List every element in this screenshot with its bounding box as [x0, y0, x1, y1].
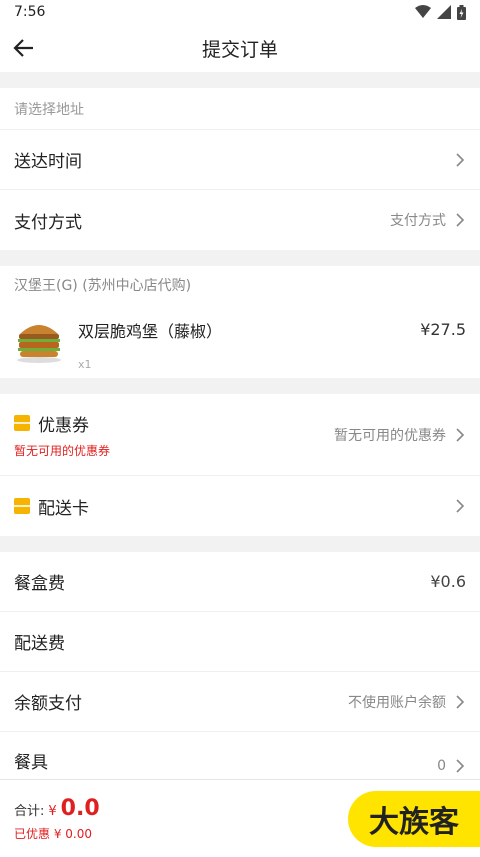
page-title: 提交订单	[201, 38, 278, 61]
chevron-right-icon	[456, 427, 465, 442]
product-price: ¥27.5	[420, 320, 466, 339]
order-items-section: 汉堡王(G) (苏州中心店代购) 双层脆鸡堡（藤椒） x1 ¥27.5	[0, 266, 480, 378]
box-fee-label: 餐盒费	[14, 574, 65, 594]
delivery-section: 请选择地址 送达时间 支付方式 支付方式	[0, 88, 480, 250]
chevron-right-icon	[456, 499, 465, 513]
coupon-label: 优惠券	[38, 415, 89, 436]
delivery-card-icon	[14, 498, 30, 514]
tableware-label: 餐具	[14, 753, 48, 773]
address-selector[interactable]: 请选择地址	[0, 88, 480, 130]
status-time: 7:56	[14, 4, 46, 20]
box-fee-value: ¥0.6	[430, 572, 466, 591]
balance-pay-row[interactable]: 余额支付 不使用账户余额	[0, 672, 480, 732]
signal-icon	[437, 5, 451, 19]
battery-icon	[457, 4, 466, 20]
store-name: 汉堡王(G) (苏州中心店代购)	[14, 278, 192, 294]
total-amount: 0.0	[60, 795, 100, 821]
delivery-card-row[interactable]: 配送卡	[0, 476, 480, 536]
payment-method-row[interactable]: 支付方式 支付方式	[0, 190, 480, 250]
tableware-value: 0	[437, 758, 446, 774]
app-header: 提交订单	[0, 24, 480, 72]
burger-image	[17, 325, 61, 363]
total-label: 合计:	[14, 803, 45, 819]
total-currency: ¥	[48, 803, 57, 819]
discount-section: 优惠券 暂无可用的优惠券 暂无可用的优惠券 配送卡	[0, 394, 480, 536]
delivery-time-label: 送达时间	[14, 152, 82, 172]
balance-pay-value: 不使用账户余额	[348, 694, 446, 711]
wifi-icon	[415, 5, 431, 18]
status-icons	[415, 4, 466, 20]
chevron-right-icon	[456, 213, 465, 227]
chevron-right-icon	[456, 152, 465, 167]
status-bar: 7:56	[0, 0, 480, 24]
discount-text: 已优惠 ¥ 0.00	[14, 826, 92, 841]
back-button[interactable]	[10, 34, 38, 62]
delivery-fee-row: 配送费	[0, 612, 480, 672]
arrow-left-icon	[13, 39, 33, 57]
chevron-right-icon	[456, 694, 465, 709]
coupon-row[interactable]: 优惠券 暂无可用的优惠券 暂无可用的优惠券	[0, 394, 480, 476]
balance-pay-label: 余额支付	[14, 694, 82, 714]
box-fee-row: 餐盒费 ¥0.6	[0, 552, 480, 612]
order-total: 合计: ¥ 0.0 已优惠 ¥ 0.00	[14, 796, 100, 842]
delivery-card-label: 配送卡	[38, 498, 89, 519]
delivery-fee-label: 配送费	[14, 634, 65, 654]
checkout-bar: 合计: ¥ 0.0 已优惠 ¥ 0.00 大族客	[0, 779, 480, 857]
payment-method-label: 支付方式	[14, 212, 82, 233]
payment-method-value: 支付方式	[390, 213, 446, 229]
coupon-value: 暂无可用的优惠券	[334, 427, 446, 444]
chevron-right-icon	[456, 759, 465, 773]
product-name: 双层脆鸡堡（藤椒）	[78, 322, 223, 341]
product-item: 双层脆鸡堡（藤椒） x1 ¥27.5	[0, 304, 480, 378]
fees-section: 餐盒费 ¥0.6 配送费 余额支付 不使用账户余额 餐具 0	[0, 552, 480, 792]
coupon-icon	[14, 415, 30, 431]
delivery-time-row[interactable]: 送达时间	[0, 130, 480, 190]
coupon-subtext: 暂无可用的优惠券	[14, 443, 111, 458]
submit-order-button[interactable]: 大族客	[348, 790, 480, 847]
product-qty: x1	[78, 358, 92, 371]
